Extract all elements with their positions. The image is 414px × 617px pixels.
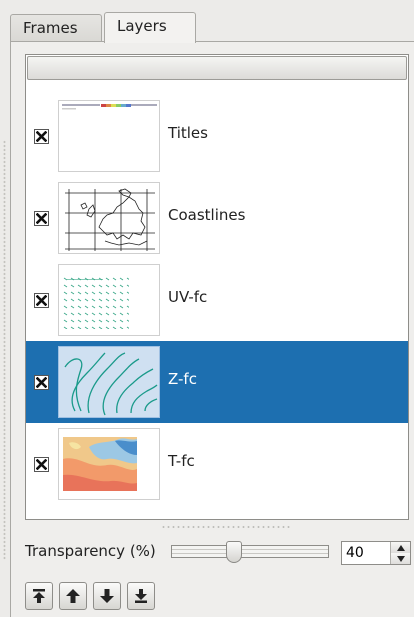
layers-panel: Titles Coastlines UV-fc Z-fc T-fc Transp…	[10, 41, 414, 617]
tab-bar: Frames Layers	[10, 12, 406, 43]
transparency-spinbox[interactable]	[341, 541, 411, 565]
layer-row-t-fc[interactable]: T-fc	[26, 423, 408, 505]
titles-thumbnail	[58, 100, 160, 172]
temperature-shading-thumbnail	[58, 428, 160, 500]
slider-handle[interactable]	[226, 541, 243, 563]
layer-visibility-checkbox[interactable]	[34, 211, 49, 226]
transparency-label: Transparency (%)	[25, 542, 156, 560]
triangle-down-icon	[396, 555, 405, 562]
layer-name: Z-fc	[168, 370, 197, 388]
layer-name: T-fc	[168, 452, 195, 470]
transparency-slider[interactable]	[171, 541, 329, 563]
layer-row-titles[interactable]: Titles	[26, 95, 408, 177]
move-to-bottom-button[interactable]	[127, 582, 155, 610]
layer-row-z-fc[interactable]: Z-fc	[26, 341, 408, 423]
move-to-bottom-icon	[135, 589, 147, 603]
check-icon	[36, 295, 47, 306]
check-icon	[36, 377, 47, 388]
check-icon	[36, 131, 47, 142]
layer-visibility-checkbox[interactable]	[34, 457, 49, 472]
tab-layers[interactable]: Layers	[104, 12, 196, 43]
spin-up-button[interactable]	[391, 542, 410, 553]
list-header	[27, 56, 407, 80]
move-up-icon	[66, 589, 80, 603]
layer-name: Titles	[168, 124, 208, 142]
layer-visibility-checkbox[interactable]	[34, 129, 49, 144]
layer-visibility-checkbox[interactable]	[34, 375, 49, 390]
move-up-button[interactable]	[59, 582, 87, 610]
move-to-top-button[interactable]	[25, 582, 53, 610]
contour-lines-thumbnail	[58, 346, 160, 418]
move-down-button[interactable]	[93, 582, 121, 610]
splitter-handle-vertical[interactable]	[3, 140, 6, 560]
layer-list[interactable]: Titles Coastlines UV-fc Z-fc T-fc	[25, 54, 409, 520]
check-icon	[36, 213, 47, 224]
move-down-icon	[100, 589, 114, 603]
layer-visibility-checkbox[interactable]	[34, 293, 49, 308]
layer-name: UV-fc	[168, 288, 208, 306]
splitter-handle[interactable]	[161, 525, 291, 529]
transparency-value-input[interactable]	[342, 542, 390, 564]
triangle-up-icon	[396, 544, 405, 551]
layer-row-coastlines[interactable]: Coastlines	[26, 177, 408, 259]
move-to-top-icon	[33, 589, 45, 603]
check-icon	[36, 459, 47, 470]
layer-row-uv-fc[interactable]: UV-fc	[26, 259, 408, 341]
coastlines-map-thumbnail	[58, 182, 160, 254]
slider-track	[171, 545, 329, 558]
layer-name: Coastlines	[168, 206, 246, 224]
spin-down-button[interactable]	[391, 553, 410, 564]
tab-frames[interactable]: Frames	[10, 14, 102, 42]
wind-arrows-thumbnail	[58, 264, 160, 336]
